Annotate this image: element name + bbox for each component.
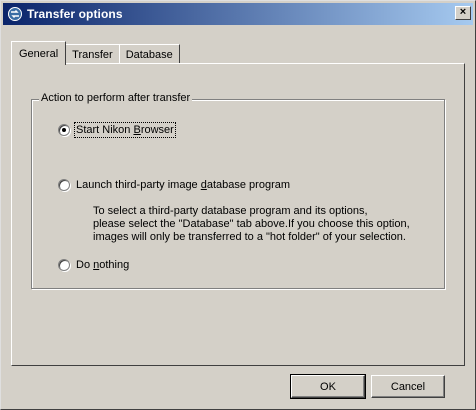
radio-launch-db-label[interactable]: Launch third-party image database progra…	[76, 179, 290, 191]
title-bar[interactable]: Transfer options ×	[3, 3, 473, 25]
close-icon: ×	[459, 6, 467, 18]
radio-do-nothing-indicator[interactable]	[58, 259, 70, 271]
database-option-description: To select a third-party database program…	[93, 205, 473, 244]
cancel-button-label: Cancel	[390, 380, 426, 393]
window-title: Transfer options	[27, 7, 123, 21]
tab-strip: General Transfer Database	[11, 38, 180, 65]
radio-start-browser-indicator[interactable]	[58, 124, 70, 136]
close-button[interactable]: ×	[455, 6, 471, 20]
description-line-3: images will only be transferred to a "ho…	[93, 231, 406, 243]
tab-general-label: General	[19, 47, 59, 60]
radio-do-nothing-label[interactable]: Do nothing	[76, 259, 129, 271]
groupbox-label: Action to perform after transfer	[39, 92, 193, 104]
description-line-1: To select a third-party database program…	[93, 205, 368, 217]
tab-transfer-label: Transfer	[72, 48, 113, 61]
tab-transfer[interactable]: Transfer	[65, 44, 120, 64]
tab-database-label: Database	[125, 48, 173, 61]
radio-start-nikon-browser[interactable]: Start Nikon Browser	[58, 122, 176, 138]
description-line-2: please select the "Database" tab above.I…	[93, 218, 410, 230]
ok-button-label: OK	[320, 380, 336, 393]
tab-general[interactable]: General	[11, 41, 67, 65]
cancel-button[interactable]: Cancel	[371, 375, 445, 398]
radio-do-nothing[interactable]: Do nothing	[58, 259, 129, 271]
radio-launch-db-indicator[interactable]	[58, 179, 70, 191]
ok-button[interactable]: OK	[290, 374, 366, 399]
radio-start-browser-label[interactable]: Start Nikon Browser	[74, 122, 176, 138]
radio-selected-dot	[62, 128, 66, 132]
dialog-window: Transfer options × General Transfer Data…	[0, 0, 476, 410]
tab-database[interactable]: Database	[118, 44, 180, 64]
transfer-app-icon	[7, 6, 23, 22]
radio-launch-database[interactable]: Launch third-party image database progra…	[58, 179, 290, 191]
